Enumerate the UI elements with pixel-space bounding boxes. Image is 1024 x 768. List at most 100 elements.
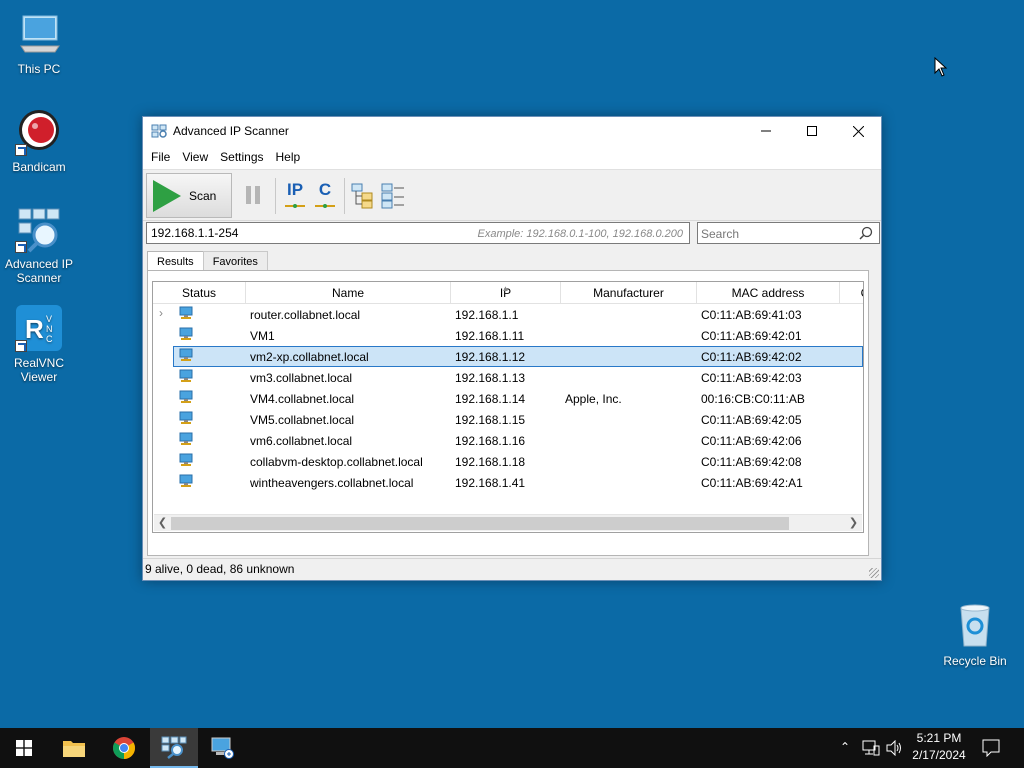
taskbar-network-app[interactable] (198, 728, 246, 768)
advanced-ip-scanner-taskbar-icon (161, 736, 187, 759)
menu-settings[interactable]: Settings (214, 145, 269, 169)
horizontal-scrollbar[interactable]: ❮ ❯ (154, 514, 862, 531)
ip-cell: 192.168.1.41 (455, 475, 526, 490)
close-button[interactable] (835, 117, 881, 145)
minimize-button[interactable] (743, 117, 789, 145)
scroll-left-icon[interactable]: ❮ (154, 515, 171, 532)
svg-text:C: C (46, 334, 53, 344)
manufacturer-cell: Apple, Inc. (565, 391, 622, 406)
ip-cell: 192.168.1.11 (455, 328, 525, 343)
status-cell (153, 474, 246, 491)
table-row[interactable]: vm2-xp.collabnet.local 192.168.1.12 C0:11:… (153, 346, 863, 367)
name-cell: router.collabnet.local (250, 307, 361, 322)
expand-row-icon[interactable]: › (159, 306, 163, 320)
resize-grip-icon[interactable] (869, 568, 879, 578)
column-header-manufacturer[interactable]: Manufacturer (561, 282, 697, 304)
table-row[interactable]: wintheavengers.collabnet.local 192.168.1.… (153, 472, 863, 493)
table-row[interactable]: VM4.collabnet.local 192.168.1.14 Apple, In… (153, 388, 863, 409)
mac-cell: C0:11:AB:69:42:08 (701, 454, 802, 469)
name-cell: VM5.collabnet.local (250, 412, 355, 427)
column-header-comments[interactable]: C (840, 282, 863, 304)
grid-rows: › router.collabnet.local 192.168.1.1 C0:11:… (153, 304, 863, 493)
scroll-right-icon[interactable]: ❯ (845, 515, 862, 532)
host-online-icon (179, 474, 193, 487)
volume-tray-icon[interactable] (886, 740, 904, 756)
taskbar-file-explorer[interactable] (50, 728, 98, 768)
column-header-ip[interactable]: ▲ IP (451, 282, 561, 304)
pause-icon[interactable] (243, 180, 263, 210)
menu-help[interactable]: Help (270, 145, 307, 169)
scroll-thumb[interactable] (171, 517, 789, 530)
mac-cell: C0:11:AB:69:42:A1 (701, 475, 803, 490)
start-button[interactable] (0, 728, 48, 768)
desktop-icon-label: RealVNC Viewer (13, 356, 64, 384)
name-cell: vm3.collabnet.local (250, 370, 353, 385)
ip-cell: 192.168.1.15 (455, 412, 526, 427)
network-tray-icon[interactable] (862, 740, 880, 756)
title-bar[interactable]: Advanced IP Scanner (143, 117, 881, 145)
tab-favorites[interactable]: Favorites (202, 251, 268, 271)
maximize-icon (807, 126, 817, 136)
svg-text:N: N (46, 324, 53, 334)
ip-button[interactable]: IP (283, 180, 307, 210)
grid-header: Status Name ▲ IP Manufacturer MAC addres… (153, 282, 863, 304)
desktop-icon-advanced-ip-scanner[interactable]: Advanced IP Scanner (1, 205, 77, 285)
host-online-icon (179, 306, 193, 319)
table-row[interactable]: VM1 192.168.1.11 C0:11:AB:69:42:01 (153, 325, 863, 346)
search-input[interactable]: Search (697, 222, 880, 244)
taskbar-chrome[interactable] (100, 728, 148, 768)
notification-center-icon[interactable] (982, 739, 1000, 757)
play-icon (153, 179, 181, 212)
table-row[interactable]: vm3.collabnet.local 192.168.1.13 C0:11:AB:… (153, 367, 863, 388)
shortcut-arrow-icon (15, 340, 27, 352)
table-row[interactable]: VM5.collabnet.local 192.168.1.15 C0:11:AB:… (153, 409, 863, 430)
host-online-icon (179, 327, 193, 340)
desktop-icon-realvnc-viewer[interactable]: R V N C RealVNC Viewer (1, 304, 77, 384)
column-header-mac[interactable]: MAC address (697, 282, 840, 304)
ip-cell: 192.168.1.1 (455, 307, 519, 322)
clock-date: 2/17/2024 (912, 748, 966, 762)
maximize-button[interactable] (789, 117, 835, 145)
window-title: Advanced IP Scanner (173, 124, 289, 138)
mac-cell: C0:11:AB:69:41:03 (701, 307, 802, 322)
advanced-ip-scanner-icon (15, 205, 63, 253)
column-header-status[interactable]: Status (153, 282, 246, 304)
shortcut-arrow-icon (15, 241, 27, 253)
mac-cell: 00:16:CB:C0:11:AB (701, 391, 805, 406)
desktop-icon-recycle-bin[interactable]: Recycle Bin (937, 602, 1013, 668)
expand-all-icon[interactable] (350, 180, 376, 210)
tray-chevron-up-icon[interactable]: ⌃ (840, 740, 850, 754)
status-bar: 9 alive, 0 dead, 86 unknown (143, 558, 881, 580)
host-online-icon (179, 390, 193, 403)
table-row[interactable]: collabvm-desktop.collabnet.local 192.168.… (153, 451, 863, 472)
c-button[interactable]: C (313, 180, 337, 210)
chrome-icon (113, 737, 135, 759)
menu-view[interactable]: View (176, 145, 214, 169)
toolbar-separator (275, 178, 276, 214)
status-cell (153, 432, 246, 449)
taskbar-advanced-ip-scanner[interactable] (150, 728, 198, 768)
menu-file[interactable]: File (145, 145, 176, 169)
bandicam-icon (15, 108, 63, 156)
status-cell (153, 348, 246, 365)
desktop-icon-bandicam[interactable]: Bandicam (1, 108, 77, 174)
clock[interactable]: 5:21 PM 2/17/2024 (906, 731, 972, 762)
ip-range-input[interactable]: 192.168.1.1-254 Example: 192.168.0.1-100… (146, 222, 690, 244)
tab-results[interactable]: Results (147, 251, 204, 272)
collapse-all-icon[interactable] (380, 180, 406, 210)
ip-cell: 192.168.1.12 (455, 349, 526, 364)
close-icon (852, 125, 864, 137)
column-header-name[interactable]: Name (246, 282, 451, 304)
status-cell (153, 327, 246, 344)
c-underline-icon (315, 204, 335, 208)
ip-cell: 192.168.1.14 (455, 391, 526, 406)
desktop-icon-label: Bandicam (12, 160, 66, 174)
status-cell (153, 453, 246, 470)
desktop-icon-this-pc[interactable]: This PC (1, 10, 77, 76)
network-computer-icon (211, 737, 234, 759)
taskbar: ⌃ 5:21 PM 2/17/2024 (0, 728, 1024, 768)
table-row[interactable]: vm6.collabnet.local 192.168.1.16 C0:11:AB:… (153, 430, 863, 451)
table-row[interactable]: › router.collabnet.local 192.168.1.1 C0:11:… (153, 304, 863, 325)
ip-cell: 192.168.1.16 (455, 433, 526, 448)
scan-button[interactable]: Scan (146, 173, 232, 218)
